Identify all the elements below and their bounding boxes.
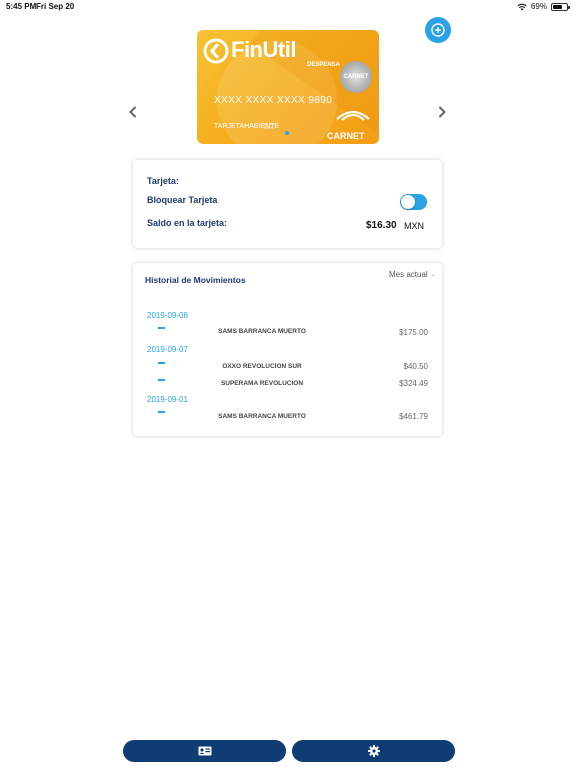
filter-label: Mes actual bbox=[389, 270, 428, 279]
transaction-merchant: SAMS BARRANCA MUERTO bbox=[218, 413, 306, 420]
card-holder: TARJETAHABIENTE bbox=[214, 123, 280, 130]
date-group-label: 2019-09-08 bbox=[147, 311, 188, 320]
plus-circle-icon bbox=[431, 23, 445, 37]
card-network: CARNET bbox=[327, 131, 365, 141]
battery-fill bbox=[553, 4, 562, 9]
settings-button[interactable] bbox=[292, 740, 455, 762]
next-card-button[interactable] bbox=[435, 104, 449, 120]
card-brand: FinUtil bbox=[231, 37, 296, 62]
chevron-left-icon bbox=[129, 106, 137, 118]
my-cards-button[interactable] bbox=[123, 740, 286, 762]
block-card-toggle[interactable] bbox=[400, 194, 427, 210]
battery-percent: 69% bbox=[530, 2, 547, 11]
debit-icon bbox=[158, 379, 165, 381]
block-card-label: Bloquear Tarjeta bbox=[147, 195, 218, 205]
id-card-icon bbox=[198, 746, 211, 756]
status-time: 5:45 PM bbox=[6, 2, 37, 11]
transaction-amount: $175.00 bbox=[399, 328, 428, 337]
previous-card-button[interactable] bbox=[126, 104, 140, 120]
transaction-merchant: OXXO REVOLUCION SUR bbox=[222, 363, 302, 370]
card-number: XXXX XXXX XXXX 9890 bbox=[214, 95, 333, 106]
card-image[interactable]: FinUtil DESPENSA CARNET XXXX XXXX XXXX 9… bbox=[197, 30, 379, 144]
carnet-seal: CARNET bbox=[340, 61, 372, 93]
debit-icon bbox=[158, 362, 165, 364]
carnet-seal-text: CARNET bbox=[343, 74, 369, 80]
history-title: Historial de Movimientos bbox=[145, 275, 246, 285]
status-indicators: 69% bbox=[517, 2, 570, 11]
wifi-icon bbox=[517, 3, 527, 10]
balance-label: Saldo en la tarjeta: bbox=[147, 218, 228, 228]
month-filter-dropdown[interactable]: Mes actual ⌄ bbox=[389, 270, 436, 279]
add-card-button[interactable] bbox=[425, 17, 451, 43]
toggle-knob bbox=[401, 195, 415, 209]
carnet-logo-icon bbox=[336, 110, 370, 121]
debit-icon bbox=[158, 327, 165, 329]
balance-currency: MXN bbox=[404, 221, 424, 231]
date-group-label: 2019-09-07 bbox=[147, 345, 188, 354]
transaction-amount: $40.50 bbox=[403, 362, 428, 371]
battery-icon bbox=[551, 2, 570, 11]
date-group-label: 2019-09-01 bbox=[147, 395, 188, 404]
transaction-merchant: SAMS BARRANCA MUERTO bbox=[218, 328, 306, 335]
transaction-amount: $324.49 bbox=[399, 379, 428, 388]
transaction-amount: $461.79 bbox=[399, 412, 428, 421]
transaction-history-panel: Historial de Movimientos Mes actual ⌄ 20… bbox=[133, 263, 442, 436]
card-info-panel: Tarjeta: Bloquear Tarjeta Saldo en la ta… bbox=[133, 160, 442, 248]
card-label: Tarjeta: bbox=[147, 176, 179, 186]
balance-amount: $16.30 bbox=[366, 220, 397, 231]
gear-icon bbox=[367, 745, 380, 757]
status-date: Fri Sep 20 bbox=[36, 2, 75, 11]
card-page-indicator bbox=[285, 131, 289, 135]
chevron-right-icon bbox=[438, 106, 446, 118]
chevron-down-icon: ⌄ bbox=[430, 272, 436, 278]
transaction-merchant: SUPERAMA REVOLUCION bbox=[220, 380, 304, 387]
card-subbrand: DESPENSA bbox=[307, 62, 341, 68]
finutil-logo-icon bbox=[203, 38, 229, 64]
debit-icon bbox=[158, 411, 165, 413]
status-bar: 5:45 PM Fri Sep 20 69% bbox=[0, 0, 576, 14]
